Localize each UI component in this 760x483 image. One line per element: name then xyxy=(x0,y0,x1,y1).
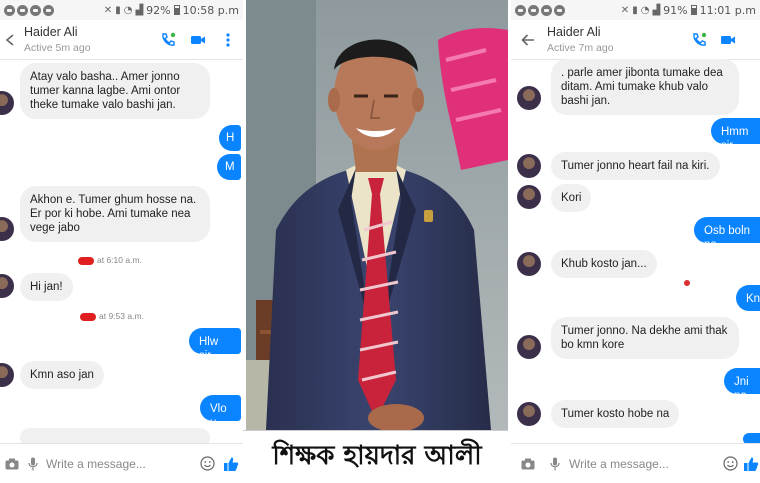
back-arrow-icon[interactable] xyxy=(0,20,22,60)
battery-percent: 92% xyxy=(146,3,171,17)
video-call-icon[interactable] xyxy=(183,20,213,60)
battery-icon xyxy=(690,5,697,15)
timestamp: at 6:10 a.m. xyxy=(78,255,142,265)
photo-caption: শিক্ষক হায়দার আলী xyxy=(243,430,511,483)
camera-icon[interactable] xyxy=(511,444,545,483)
back-arrow-icon[interactable] xyxy=(511,20,545,60)
message-list[interactable]: Atay valo basha.. Amer jonno tumer kanna… xyxy=(0,61,243,448)
battery-icon xyxy=(173,5,180,15)
contact-name[interactable]: Haider Ali xyxy=(24,25,153,39)
incoming-message: Tumer jonno heart fail na kiri. xyxy=(551,152,720,180)
outgoing-message: Osb boln na xyxy=(694,217,760,251)
emoji-icon[interactable] xyxy=(718,444,742,483)
outgoing-message: Kno xyxy=(736,285,760,311)
notification-icon xyxy=(541,4,552,16)
more-options-icon[interactable] xyxy=(213,20,243,60)
message-list[interactable]: . parle amer jibonta tumake dea ditam. A… xyxy=(511,59,760,445)
redaction-mark xyxy=(78,256,94,265)
avatar xyxy=(0,274,14,298)
clock: 10:58 p.m xyxy=(182,3,239,17)
outgoing-message: M xyxy=(217,154,241,180)
chat-header: Haider Ali Active 7m ago xyxy=(511,20,760,60)
left-chat-screen: ✕ ▮ ◔ ▟ 92% 10:58 p.m Haider Ali Active … xyxy=(0,0,243,483)
notification-icon xyxy=(17,4,28,16)
avatar xyxy=(517,154,541,178)
avatar xyxy=(517,252,541,276)
notification-icon xyxy=(4,4,15,16)
right-chat-screen: ✕ ▮ ◔ ▟ 91% 11:01 p.m Haider Ali Active … xyxy=(511,0,760,483)
outgoing-message: Jni na xyxy=(724,368,760,402)
mute-icon: ✕ xyxy=(620,4,630,16)
incoming-message: Atay valo basha.. Amer jonno tumer kanna… xyxy=(20,63,210,119)
contact-name[interactable]: Haider Ali xyxy=(547,25,684,39)
active-status: Active 5m ago xyxy=(24,42,91,54)
battery-percent: 91% xyxy=(663,3,688,17)
outgoing-message: Hmm sir xyxy=(711,118,760,152)
avatar xyxy=(0,363,14,387)
emoji-icon[interactable] xyxy=(195,444,219,483)
avatar xyxy=(517,402,541,426)
vibrate-icon: ▮ xyxy=(115,4,121,16)
signal-icon: ▟ xyxy=(135,4,144,16)
timestamp: at 9:53 a.m. xyxy=(80,311,144,321)
thumbs-up-icon[interactable] xyxy=(219,444,243,483)
notification-icon xyxy=(30,4,41,16)
incoming-message: Khub kosto jan... xyxy=(551,250,657,278)
camera-icon[interactable] xyxy=(0,444,24,483)
incoming-message: Hi jan! xyxy=(20,273,73,301)
incoming-message: Akhon e. Tumer ghum hosse na. Er por ki … xyxy=(20,186,210,242)
mute-icon: ✕ xyxy=(103,4,113,16)
clock: 11:01 p.m xyxy=(699,3,756,17)
status-bar: ✕ ▮ ◔ ▟ 91% 11:01 p.m xyxy=(511,0,760,20)
chat-header: Haider Ali Active 5m ago xyxy=(0,20,243,60)
caption-text: শিক্ষক হায়দার আলী xyxy=(272,441,482,471)
message-composer: Write a message... xyxy=(511,443,760,483)
message-input[interactable]: Write a message... xyxy=(565,457,718,471)
message-input[interactable]: Write a message... xyxy=(42,457,195,471)
wifi-icon: ◔ xyxy=(640,4,650,16)
screenshot-collage: ✕ ▮ ◔ ▟ 92% 10:58 p.m Haider Ali Active … xyxy=(0,0,760,483)
avatar xyxy=(0,91,14,115)
outgoing-message: H xyxy=(219,125,241,151)
signal-icon: ▟ xyxy=(652,4,661,16)
notification-icon xyxy=(528,4,539,16)
incoming-message: Kori xyxy=(551,184,592,212)
microphone-icon[interactable] xyxy=(545,444,565,483)
incoming-message: Tumer jonno. Na dekhe ami thak bo kmn ko… xyxy=(551,317,739,359)
incoming-message: Tumer kosto hobe na xyxy=(551,400,680,428)
avatar xyxy=(517,185,541,209)
notification-icon xyxy=(515,4,526,16)
incoming-message: Kmn aso jan xyxy=(20,361,104,389)
phone-call-icon[interactable] xyxy=(684,20,714,60)
portrait-photo xyxy=(246,0,508,430)
avatar xyxy=(517,335,541,359)
redaction-mark xyxy=(80,312,96,321)
wifi-icon: ◔ xyxy=(123,4,133,16)
phone-call-icon[interactable] xyxy=(153,20,183,60)
status-bar: ✕ ▮ ◔ ▟ 92% 10:58 p.m xyxy=(0,0,243,20)
notification-icon xyxy=(43,4,54,16)
microphone-icon[interactable] xyxy=(24,444,42,483)
active-status: Active 7m ago xyxy=(547,42,614,54)
red-marker xyxy=(684,280,690,286)
message-composer: Write a message... xyxy=(0,443,243,483)
vibrate-icon: ▮ xyxy=(632,4,638,16)
avatar xyxy=(0,217,14,241)
thumbs-up-icon[interactable] xyxy=(742,444,760,483)
outgoing-message: Hlw sir xyxy=(189,328,241,362)
avatar xyxy=(517,86,541,110)
incoming-message: . parle amer jibonta tumake dea ditam. A… xyxy=(551,59,739,115)
notification-icon xyxy=(554,4,565,16)
outgoing-message: Vlo u xyxy=(200,395,241,429)
video-call-icon[interactable] xyxy=(714,20,760,60)
